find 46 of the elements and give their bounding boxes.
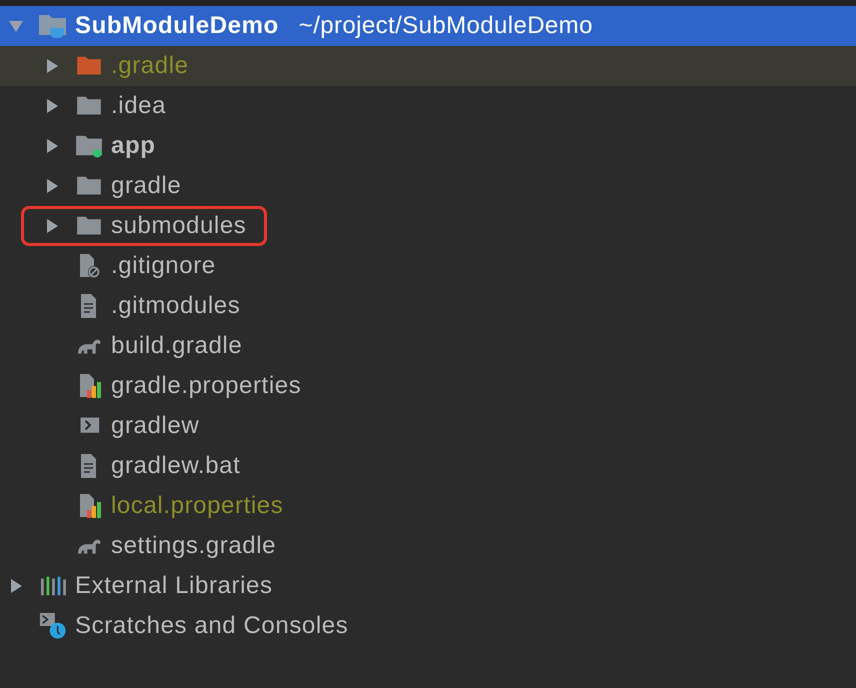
item-name: build.gradle — [111, 332, 242, 360]
tree-row[interactable]: External Libraries — [0, 566, 856, 606]
item-name: local.properties — [111, 492, 284, 520]
tree-row[interactable]: gradle — [0, 166, 856, 206]
tree-row[interactable]: submodules — [0, 206, 856, 246]
tree-row[interactable]: settings.gradle — [0, 526, 856, 566]
libraries-icon — [38, 574, 68, 598]
item-name: gradle.properties — [111, 372, 302, 400]
item-name: settings.gradle — [111, 532, 276, 560]
tree-row[interactable]: app — [0, 126, 856, 166]
tree-row[interactable]: gradlew.bat — [0, 446, 856, 486]
folder-icon — [74, 95, 104, 117]
item-name: External Libraries — [75, 572, 273, 600]
module-folder-icon — [74, 134, 104, 158]
folder-icon — [74, 175, 104, 197]
project-path: ~/project/SubModuleDemo — [298, 12, 593, 40]
tree-row[interactable]: gradlew — [0, 406, 856, 446]
tree-row[interactable]: .gitignore — [0, 246, 856, 286]
item-name: gradlew.bat — [111, 452, 240, 480]
expand-arrow-icon[interactable] — [44, 178, 60, 194]
tree-row[interactable]: gradle.properties — [0, 366, 856, 406]
tree-row[interactable]: .idea — [0, 86, 856, 126]
folder-icon — [74, 215, 104, 237]
tree-row[interactable]: build.gradle — [0, 326, 856, 366]
item-name: .gitmodules — [111, 292, 240, 320]
expand-arrow-icon[interactable] — [8, 578, 24, 594]
item-name: .gradle — [111, 52, 189, 80]
tree-row[interactable]: SubModuleDemo ~/project/SubModuleDemo — [0, 6, 856, 46]
item-name: SubModuleDemo — [75, 12, 279, 40]
item-name: .gitignore — [111, 252, 216, 280]
tree-row[interactable]: .gitmodules — [0, 286, 856, 326]
item-name: app — [111, 132, 156, 160]
expand-arrow-icon[interactable] — [44, 98, 60, 114]
expand-arrow-icon[interactable] — [44, 58, 60, 74]
item-name: Scratches and Consoles — [75, 612, 348, 640]
expand-arrow-icon[interactable] — [44, 218, 60, 234]
item-name: submodules — [111, 212, 246, 240]
item-name: .idea — [111, 92, 166, 120]
expand-arrow-icon[interactable] — [44, 138, 60, 154]
item-name: gradle — [111, 172, 182, 200]
tree-row[interactable]: local.properties — [0, 486, 856, 526]
item-name: gradlew — [111, 412, 200, 440]
scratches-icon — [38, 612, 68, 640]
folder-icon — [74, 55, 104, 77]
tree-row[interactable]: Scratches and Consoles — [0, 606, 856, 646]
project-folder-icon — [38, 13, 68, 39]
